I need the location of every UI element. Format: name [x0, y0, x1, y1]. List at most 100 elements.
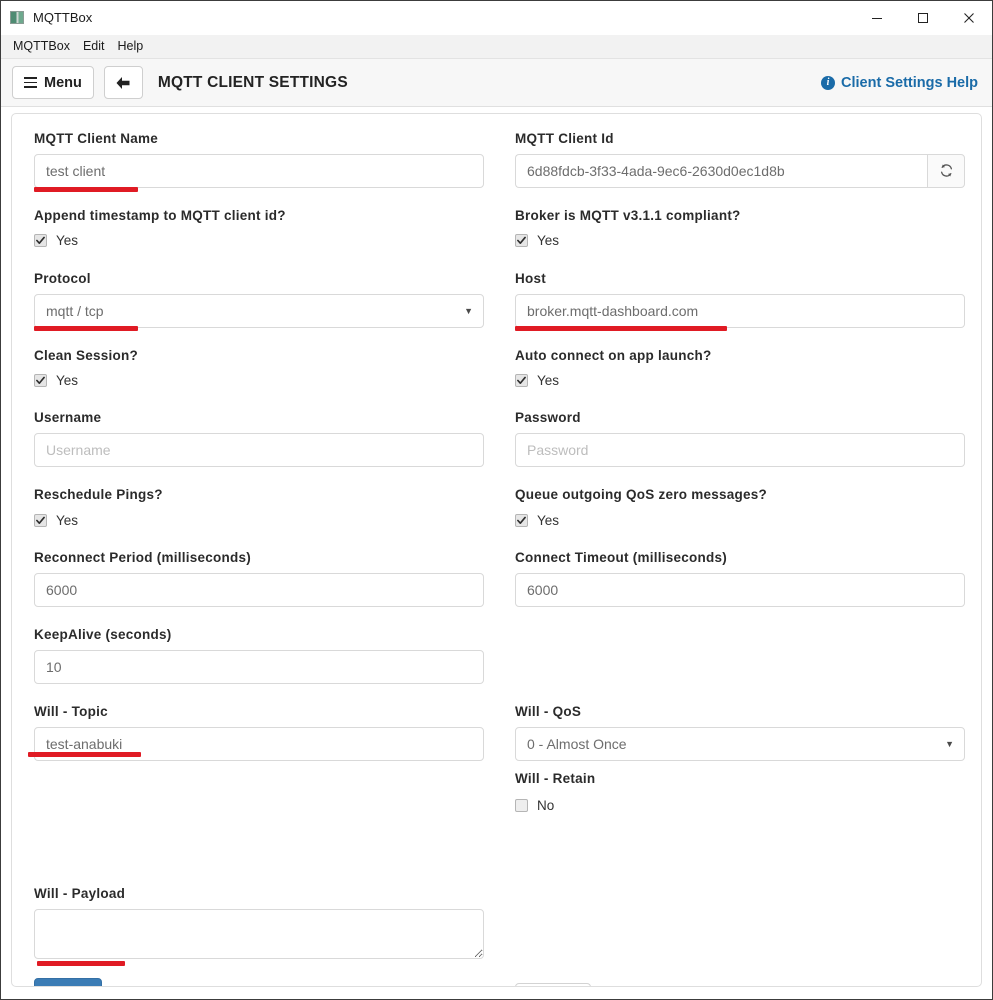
- auto-connect-option: Yes: [537, 372, 560, 388]
- field-username: Username: [34, 410, 484, 468]
- will-topic-label: Will - Topic: [34, 703, 108, 719]
- will-retain-label: Will - Retain: [515, 770, 596, 786]
- auto-connect-checkrow[interactable]: Yes: [515, 370, 965, 390]
- queue-qos-zero-checkbox[interactable]: [515, 513, 528, 527]
- close-icon: [964, 12, 974, 23]
- protocol-value: mqtt / tcp: [46, 302, 104, 319]
- username-input[interactable]: [34, 433, 484, 468]
- will-retain-checkrow[interactable]: No: [515, 795, 965, 815]
- check-icon: [36, 516, 45, 524]
- client-id-label: MQTT Client Id: [515, 131, 614, 146]
- check-icon: [36, 376, 45, 384]
- hamburger-icon: [24, 77, 37, 88]
- host-input[interactable]: [515, 293, 965, 328]
- keepalive-input[interactable]: [34, 649, 484, 684]
- field-will-payload: Will - Payload Save: [34, 886, 484, 986]
- auto-connect-label: Auto connect on app launch?: [515, 347, 712, 363]
- broker-compliant-checkrow[interactable]: Yes: [515, 231, 965, 251]
- check-icon: [517, 236, 526, 245]
- toolbar: Menu MQTT CLIENT SETTINGS i Client Setti…: [1, 59, 992, 107]
- info-icon: i: [821, 75, 836, 90]
- queue-qos-zero-checkrow[interactable]: Yes: [515, 510, 965, 530]
- maximize-icon: [918, 12, 928, 23]
- field-reschedule-pings: Reschedule Pings? Yes: [34, 487, 484, 530]
- window-title: MQTTBox: [33, 10, 93, 25]
- save-button[interactable]: Save: [34, 978, 102, 986]
- check-icon: [36, 236, 45, 245]
- delete-button[interactable]: Delete: [515, 983, 592, 986]
- append-timestamp-checkrow[interactable]: Yes: [34, 231, 484, 251]
- app-icon: [10, 11, 24, 24]
- password-label: Password: [515, 410, 581, 426]
- client-settings-help-link[interactable]: i Client Settings Help: [821, 75, 978, 91]
- menu-item-mqttbox[interactable]: MQTTBox: [9, 38, 79, 55]
- regenerate-client-id-button[interactable]: [927, 153, 965, 188]
- append-timestamp-option: Yes: [56, 233, 79, 249]
- field-will-topic: Will - Topic: [34, 703, 484, 816]
- refresh-icon: [940, 164, 952, 178]
- page-title: MQTT CLIENT SETTINGS: [157, 73, 348, 91]
- clean-session-checkbox[interactable]: [34, 373, 47, 387]
- client-name-label: MQTT Client Name: [34, 131, 159, 146]
- broker-compliant-checkbox[interactable]: [515, 234, 528, 248]
- chevron-down-icon: ▼: [945, 738, 954, 749]
- check-icon: [517, 376, 526, 384]
- arrow-left-icon: [116, 76, 130, 89]
- content-area: MQTT Client Name MQTT Client Id: [1, 107, 992, 999]
- close-button[interactable]: [946, 1, 992, 34]
- will-qos-label: Will - QoS: [515, 703, 582, 719]
- reschedule-pings-checkrow[interactable]: Yes: [34, 510, 484, 530]
- help-link-label: Client Settings Help: [841, 74, 978, 91]
- reconnect-period-input[interactable]: [34, 572, 484, 607]
- will-retain-checkbox[interactable]: [515, 798, 528, 812]
- menu-item-help[interactable]: Help: [114, 38, 153, 55]
- connect-timeout-label: Connect Timeout (milliseconds): [515, 550, 728, 566]
- field-spacer: [515, 628, 965, 684]
- clean-session-label: Clean Session?: [34, 347, 139, 363]
- delete-button-wrap: Delete: [515, 983, 965, 986]
- auto-connect-checkbox[interactable]: [515, 373, 528, 387]
- field-client-name: MQTT Client Name: [34, 131, 484, 188]
- maximize-button[interactable]: [900, 1, 946, 34]
- reschedule-pings-option: Yes: [56, 512, 79, 528]
- field-client-id: MQTT Client Id: [515, 131, 965, 188]
- client-name-input[interactable]: [34, 153, 484, 188]
- username-label: Username: [34, 410, 102, 426]
- clean-session-checkrow[interactable]: Yes: [34, 370, 484, 390]
- client-id-group: [515, 153, 965, 188]
- password-input[interactable]: [515, 433, 965, 468]
- append-timestamp-label: Append timestamp to MQTT client id?: [34, 207, 286, 223]
- field-will-qos: Will - QoS 0 - Almost Once ▼ Will - Reta…: [515, 703, 965, 816]
- field-clean-session: Clean Session? Yes: [34, 347, 484, 391]
- field-connect-timeout: Connect Timeout (milliseconds): [515, 550, 965, 607]
- title-bar-left: MQTTBox: [1, 11, 854, 24]
- field-append-timestamp: Append timestamp to MQTT client id? Yes: [34, 207, 484, 251]
- reconnect-period-label: Reconnect Period (milliseconds): [34, 550, 252, 566]
- will-payload-textarea[interactable]: [34, 909, 484, 960]
- keepalive-label: KeepAlive (seconds): [34, 626, 172, 642]
- append-timestamp-checkbox[interactable]: [34, 234, 47, 248]
- will-payload-label: Will - Payload: [34, 886, 126, 902]
- field-protocol: Protocol mqtt / tcp ▼: [34, 270, 484, 328]
- queue-qos-zero-label: Queue outgoing QoS zero messages?: [515, 487, 768, 503]
- client-id-input[interactable]: [515, 153, 928, 188]
- back-button[interactable]: [103, 66, 143, 99]
- title-bar: MQTTBox: [1, 1, 992, 35]
- clean-session-option: Yes: [56, 372, 79, 388]
- connect-timeout-input[interactable]: [515, 572, 965, 607]
- field-keepalive: KeepAlive (seconds): [34, 626, 484, 684]
- host-label: Host: [515, 270, 546, 286]
- menu-item-edit[interactable]: Edit: [79, 38, 114, 55]
- field-reconnect-period: Reconnect Period (milliseconds): [34, 550, 484, 607]
- menu-button[interactable]: Menu: [12, 66, 94, 99]
- protocol-label: Protocol: [34, 270, 91, 286]
- minimize-button[interactable]: [854, 1, 900, 34]
- reschedule-pings-checkbox[interactable]: [34, 513, 47, 527]
- protocol-select[interactable]: mqtt / tcp ▼: [34, 293, 484, 328]
- field-password: Password: [515, 410, 965, 468]
- chevron-down-icon: ▼: [464, 305, 473, 316]
- minimize-icon: [872, 17, 882, 19]
- will-topic-input[interactable]: [34, 726, 484, 761]
- save-button-wrap: Save: [34, 978, 484, 986]
- will-qos-select[interactable]: 0 - Almost Once ▼: [515, 726, 965, 761]
